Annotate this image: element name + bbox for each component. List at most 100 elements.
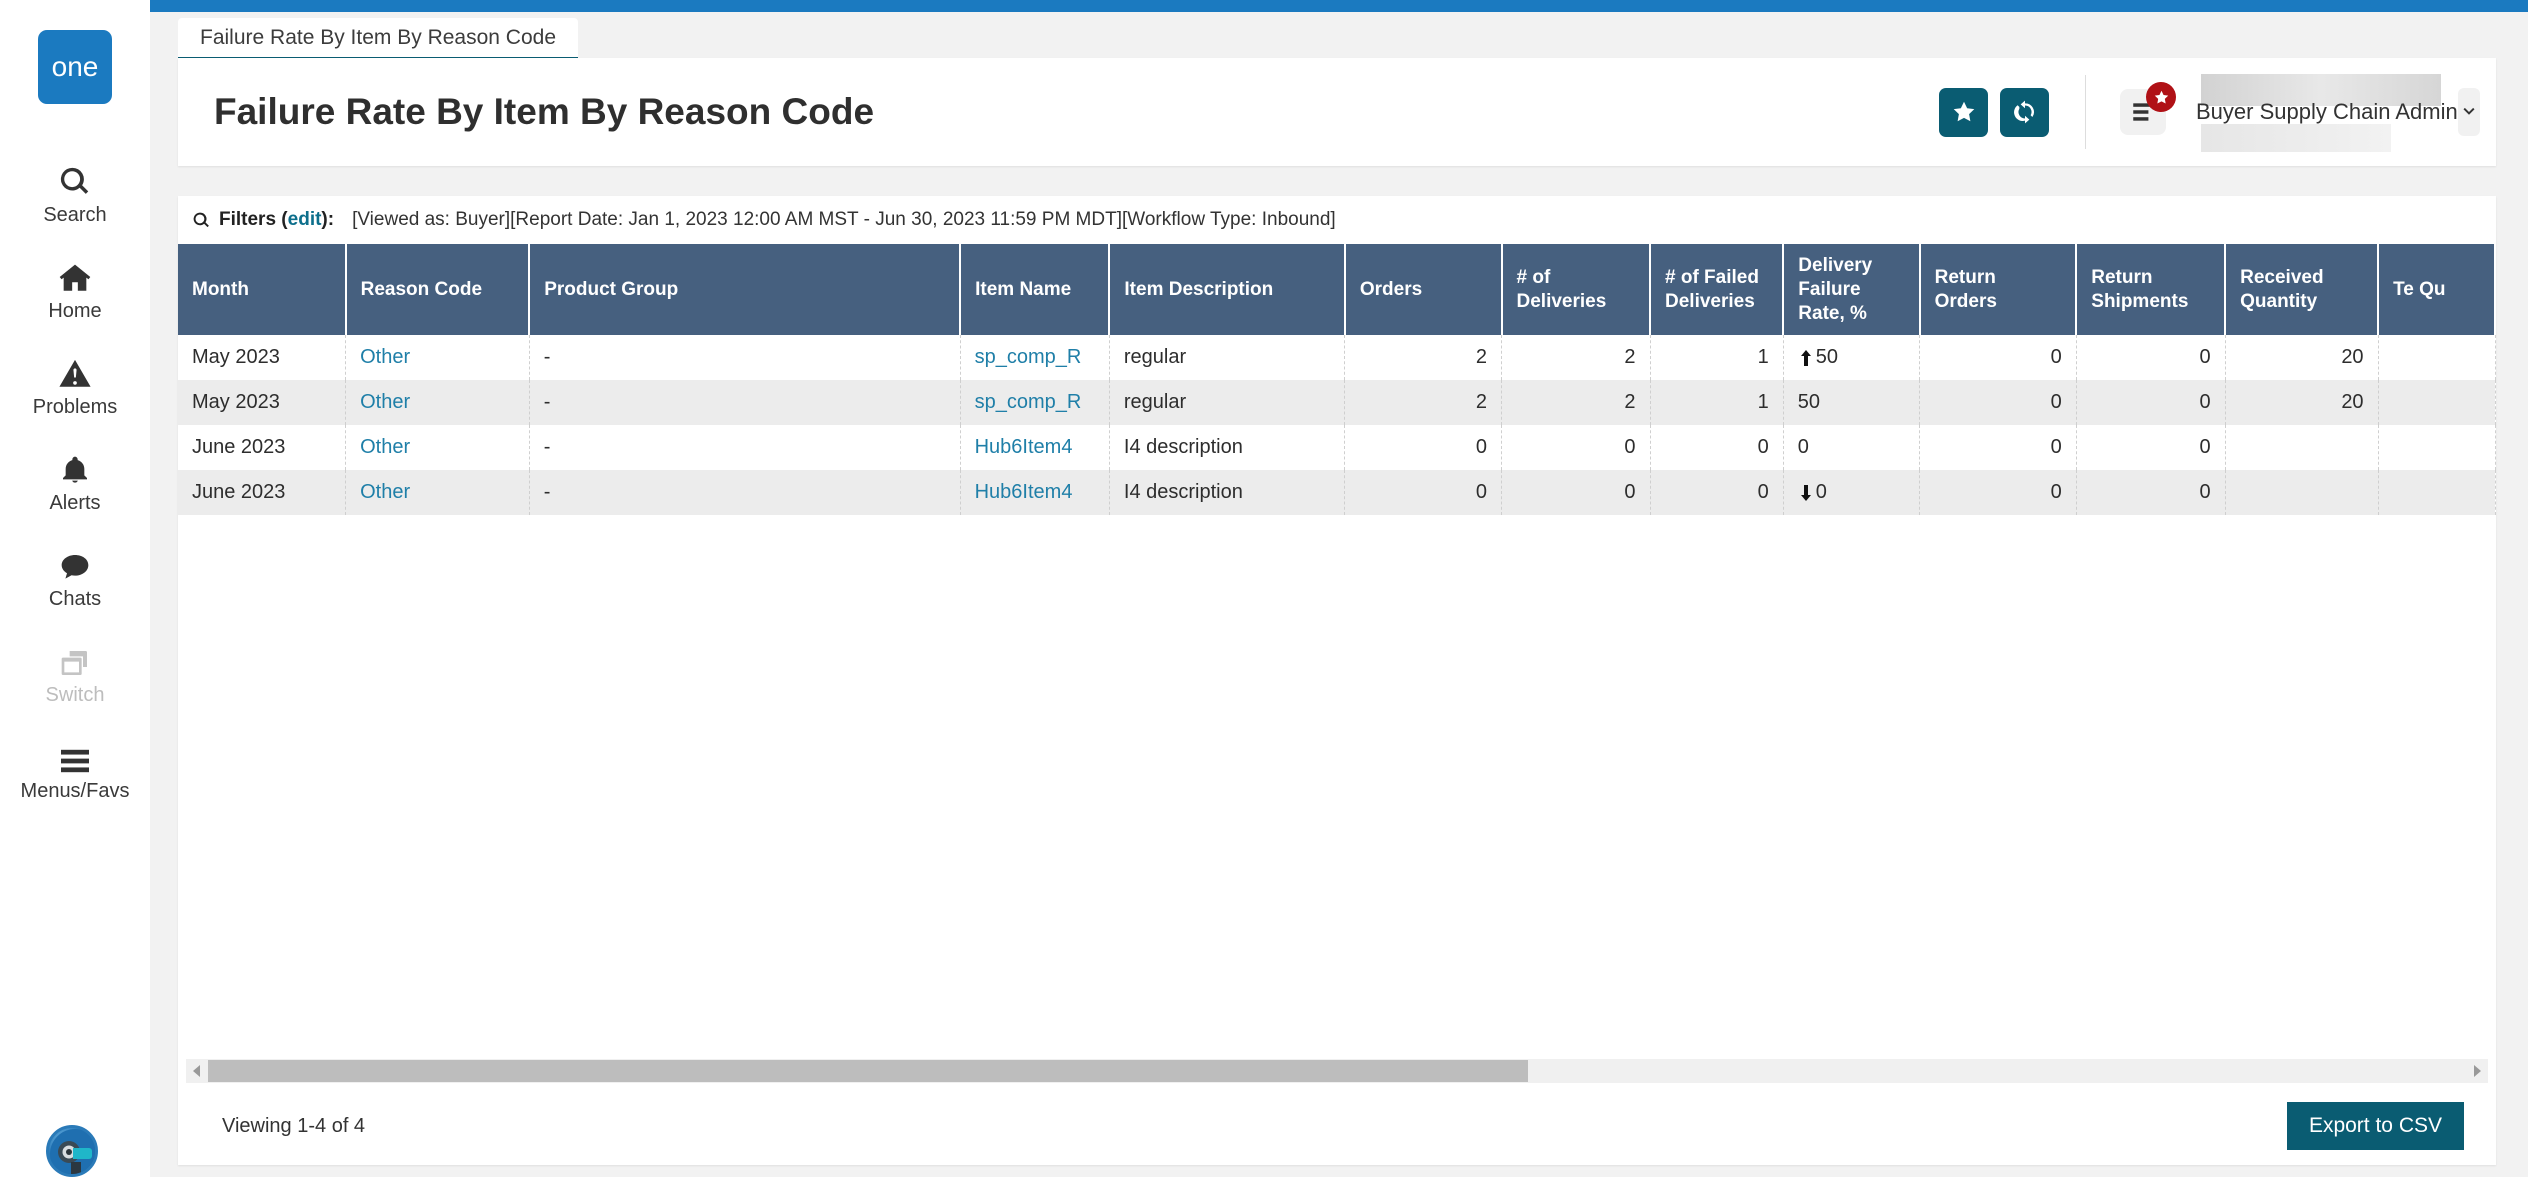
column-header-cut_off[interactable]: Te Qu (2378, 244, 2496, 336)
failure-rate-number: 50 (1815, 346, 1839, 369)
sidebar-item-label: Search (43, 204, 107, 226)
filters-value: [Viewed as: Buyer][Report Date: Jan 1, 2… (352, 209, 1336, 230)
table-row[interactable]: June 2023 Other - Hub6Item4 I4 description 0 0… (178, 470, 2496, 516)
table-body: May 2023 Other - sp_comp_R regular 2 2 1 50 0 0 20 M… (178, 335, 2496, 516)
table-head: Month Reason Code Product Group Item Name It… (178, 244, 2496, 336)
tab-failure-rate-report[interactable]: Failure Rate By Item By Reason Code (178, 18, 578, 60)
item_name-link[interactable]: sp_comp_R (975, 346, 1082, 368)
cell-orders: 2 (1344, 335, 1502, 381)
column-header-received_qty[interactable]: Received Quantity (2225, 244, 2380, 336)
cell-month: June 2023 (178, 470, 347, 516)
column-header-deliveries[interactable]: # of Deliveries (1501, 244, 1651, 336)
refresh-button[interactable] (2000, 87, 2049, 137)
scrollbar-thumb[interactable] (208, 1060, 1528, 1082)
report-menu-button[interactable] (2116, 82, 2176, 139)
sidebar-item-chats[interactable]: Chats (0, 528, 150, 624)
cell-cut_off (2378, 335, 2496, 381)
item_name-link[interactable]: Hub6Item4 (975, 481, 1073, 503)
filters-bar: Filters (edit): [Viewed as: Buyer][Repor… (178, 196, 2496, 244)
column-header-reason_code[interactable]: Reason Code (345, 244, 531, 336)
sidebar-item-menus-favs[interactable]: Menus/Favs (0, 720, 150, 816)
robot-avatar[interactable] (46, 1125, 98, 1177)
user-menu-toggle[interactable] (2457, 88, 2480, 136)
column-header-month[interactable]: Month (178, 244, 347, 336)
application-root: one Search Home Problems Alerts Chats Sw… (0, 0, 2528, 1177)
column-header-product_group[interactable]: Product Group (529, 244, 962, 336)
cell-deliveries: 2 (1501, 380, 1651, 426)
sidebar-item-search[interactable]: Search (0, 144, 150, 240)
sidebar-item-label: Home (48, 300, 102, 322)
column-header-failed[interactable]: # of Failed Deliveries (1650, 244, 1785, 336)
cell-received_qty (2225, 470, 2379, 516)
table-row[interactable]: May 2023 Other - sp_comp_R regular 2 2 1 50 0 0 20 (178, 380, 2496, 426)
scroll-right-button[interactable] (2466, 1064, 2488, 1078)
cell-failed: 1 (1650, 335, 1784, 381)
failure-rate-number: 50 (1797, 391, 1821, 414)
sidebar-item-label: Switch (45, 684, 105, 706)
table-row[interactable]: May 2023 Other - sp_comp_R regular 2 2 1 50 0 0 20 (178, 335, 2496, 381)
refresh-icon (2012, 99, 2038, 125)
cell-return_orders: 0 (1919, 380, 2077, 426)
filters-text: Filters (219, 209, 277, 230)
svg-text:one: one (52, 51, 99, 82)
left-sidebar: one Search Home Problems Alerts Chats Sw… (0, 0, 150, 1177)
cell-month: May 2023 (178, 335, 347, 381)
cell-failure_rate: 0 (1783, 425, 1921, 471)
item_name-link[interactable]: Hub6Item4 (975, 436, 1073, 458)
favorite-button[interactable] (1939, 87, 1988, 137)
failure-rate-value: 0 (1798, 481, 1905, 504)
export-to-csv-button[interactable]: Export to CSV (2286, 1102, 2464, 1150)
cell-orders: 2 (1344, 380, 1502, 426)
cell-item_name: Hub6Item4 (960, 425, 1110, 471)
failure-rate-value: 50 (1798, 391, 1905, 414)
cell-month: May 2023 (178, 380, 347, 426)
column-header-item_desc[interactable]: Item Description (1109, 244, 1346, 336)
tab-strip: Failure Rate By Item By Reason Code (178, 18, 578, 60)
filters-edit-link[interactable]: edit (288, 209, 322, 230)
cell-return_ship: 0 (2076, 335, 2226, 381)
main-content: Failure Rate By Item By Reason Code Fail… (150, 0, 2528, 1177)
header-actions: Buyer Supply Chain Admin (1927, 58, 2496, 166)
hamburger-icon (58, 735, 92, 775)
reason_code-link[interactable]: Other (360, 346, 410, 368)
scrollbar-track[interactable] (208, 1060, 2466, 1082)
cell-failed: 1 (1650, 380, 1784, 426)
cell-received_qty: 20 (2225, 335, 2379, 381)
table-header-row: Month Reason Code Product Group Item Name It… (178, 244, 2496, 336)
column-header-item_name[interactable]: Item Name (960, 244, 1111, 336)
cell-reason_code: Other (345, 470, 530, 516)
cell-deliveries: 2 (1501, 335, 1651, 381)
filters-colon: : (327, 209, 335, 230)
failure-rate-value: 0 (1798, 436, 1905, 459)
cell-item_name: Hub6Item4 (960, 470, 1110, 516)
reason_code-link[interactable]: Other (360, 391, 410, 413)
column-header-orders[interactable]: Orders (1344, 244, 1503, 336)
table-row[interactable]: June 2023 Other - Hub6Item4 I4 description 0 0… (178, 425, 2496, 471)
cell-reason_code: Other (345, 425, 530, 471)
search-icon (58, 159, 92, 199)
item_name-link[interactable]: sp_comp_R (975, 391, 1082, 413)
sidebar-item-alerts[interactable]: Alerts (0, 432, 150, 528)
sidebar-item-switch[interactable]: Switch (0, 624, 150, 720)
reason_code-link[interactable]: Other (360, 436, 410, 458)
cell-failure_rate: 50 (1783, 335, 1921, 381)
cell-product_group: - (529, 470, 961, 516)
user-role-label: Buyer Supply Chain Admin (2196, 99, 2458, 124)
column-header-return_ship[interactable]: Return Shipments (2076, 244, 2227, 336)
cell-orders: 0 (1344, 470, 1502, 516)
reason_code-link[interactable]: Other (360, 481, 410, 503)
sidebar-item-problems[interactable]: Problems (0, 336, 150, 432)
one-network-logo[interactable]: one (38, 30, 112, 104)
horizontal-scrollbar[interactable] (186, 1059, 2488, 1083)
header-divider (2085, 75, 2086, 149)
sidebar-item-home[interactable]: Home (0, 240, 150, 336)
scroll-left-button[interactable] (186, 1064, 208, 1078)
user-menu[interactable]: Buyer Supply Chain Admin (2196, 58, 2496, 166)
filters-label: Filters (edit): (219, 209, 335, 230)
cell-product_group: - (529, 335, 961, 381)
column-header-failure_rate[interactable]: Delivery Failure Rate, % (1783, 244, 1921, 336)
column-header-return_orders[interactable]: Return Orders (1919, 244, 2078, 336)
warning-icon (57, 351, 93, 391)
sidebar-item-label: Problems (32, 396, 118, 418)
cell-reason_code: Other (345, 335, 530, 381)
